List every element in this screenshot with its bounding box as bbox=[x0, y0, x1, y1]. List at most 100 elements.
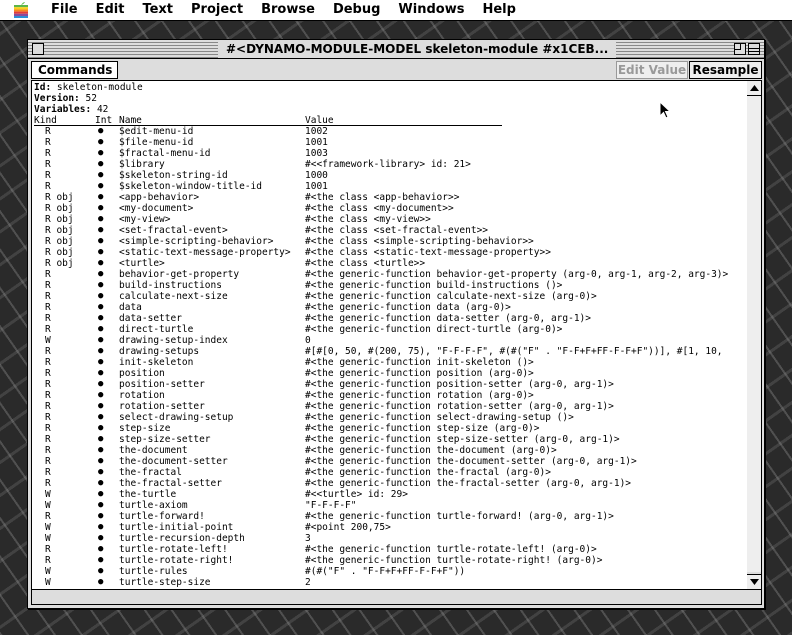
table-row[interactable]: W ● the-turtle #<<turtle> id: 29> bbox=[34, 489, 746, 500]
menu-windows[interactable]: Windows bbox=[389, 0, 473, 20]
table-row[interactable]: R obj ● <simple-scripting-behavior> #<the c… bbox=[34, 236, 746, 247]
row-value: #<the generic-function data (arg-0)> bbox=[305, 302, 511, 313]
id-label: Id: bbox=[34, 82, 52, 93]
table-row[interactable]: R ● step-size #<the generic-function step-s… bbox=[34, 423, 746, 434]
table-row[interactable]: R ● $library #<<framework-library> id: 21> bbox=[34, 159, 746, 170]
table-row[interactable]: R ● calculate-next-size #<the generic-funct… bbox=[34, 291, 746, 302]
row-int: ● bbox=[98, 511, 104, 521]
row-name: <my-view> bbox=[119, 214, 171, 225]
table-row[interactable]: R ● build-instructions #<the generic-functi… bbox=[34, 280, 746, 291]
row-value: #<the generic-function build-instruction… bbox=[305, 280, 563, 291]
menu-project[interactable]: Project bbox=[182, 0, 252, 20]
table-row[interactable]: W ● turtle-initial-point #<point 200,75> bbox=[34, 522, 746, 533]
row-kind: R bbox=[45, 346, 51, 357]
row-kind: R bbox=[45, 357, 51, 368]
row-int: ● bbox=[98, 379, 104, 389]
row-name: turtle-rules bbox=[119, 566, 188, 577]
close-box-icon[interactable] bbox=[32, 43, 44, 55]
scroll-track[interactable] bbox=[747, 96, 761, 572]
variables-list-pane[interactable]: Id: skeleton-module Version: 52 Variable… bbox=[31, 80, 748, 590]
row-int: ● bbox=[98, 137, 104, 147]
table-row[interactable]: R ● $file-menu-id 1001 bbox=[34, 137, 746, 148]
table-row[interactable]: R ● init-skeleton #<the generic-function in… bbox=[34, 357, 746, 368]
row-name: $library bbox=[119, 159, 165, 170]
resample-button[interactable]: Resample bbox=[689, 61, 762, 79]
table-row[interactable]: R ● data #<the generic-function data (arg-0… bbox=[34, 302, 746, 313]
table-row[interactable]: W ● turtle-rules #(#("F" . "F-F+F+FF-F-F+F"… bbox=[34, 566, 746, 577]
table-row[interactable]: R ● position #<the generic-function positio… bbox=[34, 368, 746, 379]
table-row[interactable]: R obj ● <my-view> #<the class <my-view>> bbox=[34, 214, 746, 225]
row-value: #<the generic-function calculate-next-si… bbox=[305, 291, 597, 302]
row-name: $skeleton-window-title-id bbox=[119, 181, 262, 192]
row-kind: R bbox=[45, 434, 51, 445]
table-row[interactable]: R ● turtle-forward! #<the generic-function … bbox=[34, 511, 746, 522]
grow-box-icon[interactable] bbox=[747, 589, 762, 605]
table-row[interactable]: W ● turtle-recursion-depth 3 bbox=[34, 533, 746, 544]
table-row[interactable]: R ● $fractal-menu-id 1003 bbox=[34, 148, 746, 159]
row-name: direct-turtle bbox=[119, 324, 194, 335]
row-value: 1002 bbox=[305, 126, 328, 137]
table-row[interactable]: R obj ● <set-fractal-event> #<the class <se… bbox=[34, 225, 746, 236]
table-row[interactable]: R ● turtle-rotate-right! #<the generic-func… bbox=[34, 555, 746, 566]
table-row[interactable]: R ● $edit-menu-id 1002 bbox=[34, 126, 746, 137]
table-row[interactable]: R ● the-document #<the generic-function the… bbox=[34, 445, 746, 456]
edit-value-button[interactable]: Edit Value bbox=[616, 61, 688, 79]
menu-text[interactable]: Text bbox=[133, 0, 182, 20]
menu-bar: File Edit Text Project Browse Debug Wind… bbox=[0, 0, 792, 21]
row-int: ● bbox=[98, 280, 104, 290]
zoom-box-icon[interactable] bbox=[734, 43, 746, 55]
row-name: turtle-step-size bbox=[119, 577, 211, 588]
table-row[interactable]: R ● the-fractal #<the generic-function the-… bbox=[34, 467, 746, 478]
table-row[interactable]: R ● data-setter #<the generic-function data… bbox=[34, 313, 746, 324]
menu-file[interactable]: File bbox=[42, 0, 87, 20]
table-row[interactable]: R ● drawing-setups #[#[0, 50, #(200, 75), "… bbox=[34, 346, 746, 357]
table-row[interactable]: R ● rotation-setter #<the generic-function … bbox=[34, 401, 746, 412]
column-kind[interactable]: Kind bbox=[34, 115, 57, 126]
row-kind: R bbox=[45, 456, 51, 467]
table-row[interactable]: W ● drawing-setup-index 0 bbox=[34, 335, 746, 346]
column-value[interactable]: Value bbox=[305, 115, 334, 126]
apple-logo-icon[interactable] bbox=[14, 2, 30, 18]
window-titlebar[interactable]: #<DYNAMO-MODULE-MODEL skeleton-module #x… bbox=[28, 40, 764, 59]
scroll-down-arrow-icon[interactable] bbox=[747, 574, 761, 589]
row-int: ● bbox=[98, 500, 104, 510]
table-row[interactable]: R obj ● <turtle> #<the class <turtle>> bbox=[34, 258, 746, 269]
row-name: <my-document> bbox=[119, 203, 194, 214]
table-row[interactable]: R ● $skeleton-window-title-id 1001 bbox=[34, 181, 746, 192]
module-header: Id: skeleton-module Version: 52 Variable… bbox=[34, 82, 143, 115]
table-row[interactable]: R ● $skeleton-string-id 1000 bbox=[34, 170, 746, 181]
menu-browse[interactable]: Browse bbox=[252, 0, 324, 20]
scroll-up-arrow-icon[interactable] bbox=[747, 81, 761, 96]
table-row[interactable]: R obj ● <app-behavior> #<the class <app-beh… bbox=[34, 192, 746, 203]
menu-debug[interactable]: Debug bbox=[324, 0, 389, 20]
commands-menu-button[interactable]: Commands bbox=[31, 61, 118, 79]
table-row[interactable]: R obj ● <static-text-message-property> #<th… bbox=[34, 247, 746, 258]
row-name: step-size bbox=[119, 423, 171, 434]
row-kind: W bbox=[45, 566, 51, 577]
vertical-scrollbar[interactable] bbox=[747, 80, 762, 590]
table-row[interactable]: R ● step-size-setter #<the generic-function… bbox=[34, 434, 746, 445]
table-row[interactable]: R ● behavior-get-property #<the generic-fun… bbox=[34, 269, 746, 280]
table-row[interactable]: R obj ● <my-document> #<the class <my-docum… bbox=[34, 203, 746, 214]
table-row[interactable]: R ● direct-turtle #<the generic-function di… bbox=[34, 324, 746, 335]
horizontal-scrollbar[interactable] bbox=[31, 589, 748, 605]
table-row[interactable]: W ● turtle-axiom "F-F-F-F" bbox=[34, 500, 746, 511]
row-kind: R bbox=[45, 126, 51, 137]
table-row[interactable]: R ● position-setter #<the generic-function … bbox=[34, 379, 746, 390]
menu-help[interactable]: Help bbox=[473, 0, 524, 20]
row-int: ● bbox=[98, 478, 104, 488]
table-row[interactable]: R ● rotation #<the generic-function rotatio… bbox=[34, 390, 746, 401]
collapse-box-icon[interactable] bbox=[748, 43, 760, 55]
table-row[interactable]: R ● select-drawing-setup #<the generic-func… bbox=[34, 412, 746, 423]
menu-edit[interactable]: Edit bbox=[87, 0, 134, 20]
column-int[interactable]: Int bbox=[95, 115, 112, 126]
table-row[interactable]: R ● the-document-setter #<the generic-funct… bbox=[34, 456, 746, 467]
table-row[interactable]: R ● the-fractal-setter #<the generic-functi… bbox=[34, 478, 746, 489]
column-name[interactable]: Name bbox=[119, 115, 142, 126]
table-row[interactable]: W ● turtle-step-size 2 bbox=[34, 577, 746, 588]
row-kind: W bbox=[45, 489, 51, 500]
row-value: #<the generic-function the-document-sett… bbox=[305, 456, 637, 467]
row-name: drawing-setups bbox=[119, 346, 200, 357]
row-value: #<the class <set-fractal-event>> bbox=[305, 225, 489, 236]
table-row[interactable]: R ● turtle-rotate-left! #<the generic-funct… bbox=[34, 544, 746, 555]
